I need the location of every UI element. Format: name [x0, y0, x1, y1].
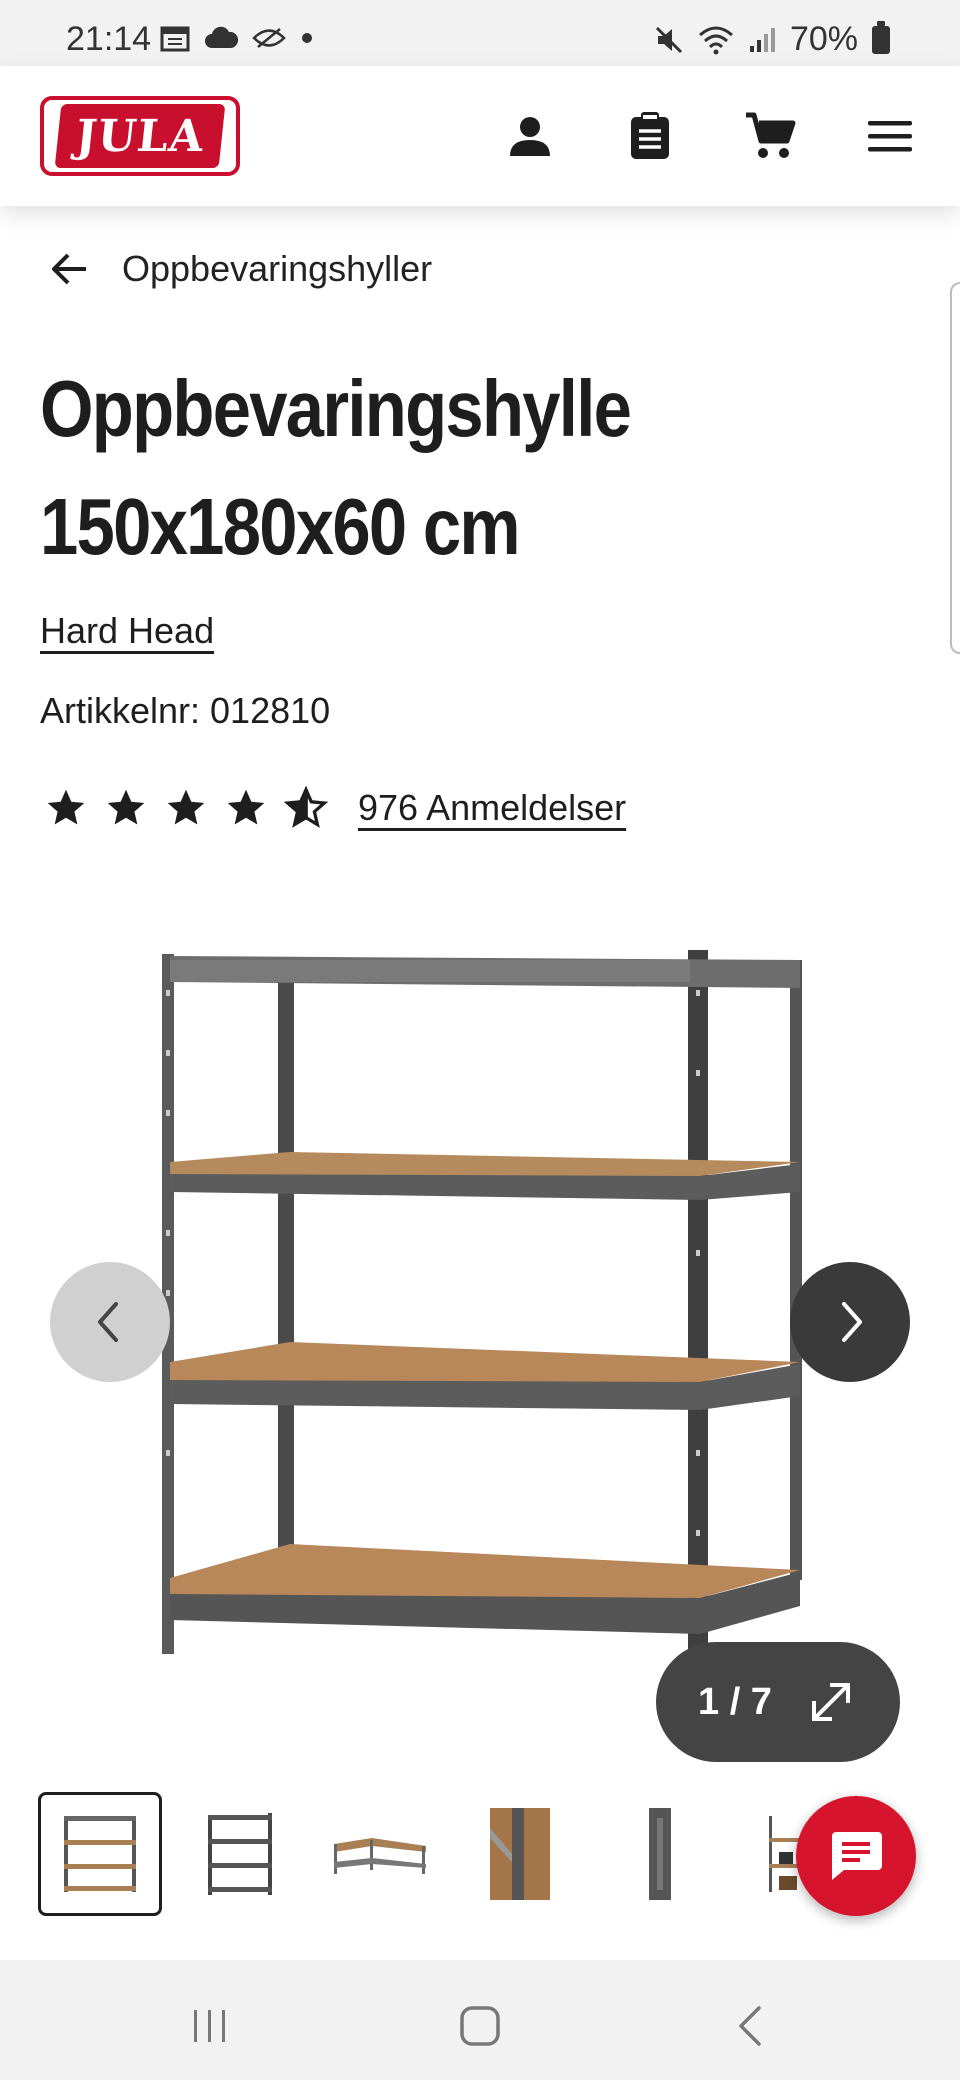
arrow-left-icon[interactable]: [48, 251, 90, 287]
status-bar: 21:14 70%: [0, 0, 960, 66]
back-button[interactable]: [720, 1996, 780, 2056]
recent-apps-button[interactable]: [180, 1996, 240, 2056]
expand-icon[interactable]: [806, 1677, 856, 1727]
star-icon: [47, 789, 85, 825]
calendar-icon: [160, 26, 190, 52]
chat-icon: [832, 1832, 882, 1880]
star-half-icon: [284, 786, 328, 828]
thumbnail-2[interactable]: [178, 1792, 302, 1916]
star-rating: [44, 786, 328, 830]
status-icons-right: 70%: [654, 20, 890, 59]
thumbnail-3[interactable]: [318, 1792, 442, 1916]
home-button[interactable]: [450, 1996, 510, 2056]
product-title-line1: Oppbevaringshylle: [40, 364, 632, 453]
article-number: Artikkelnr: 012810: [40, 690, 331, 731]
gallery-next-button[interactable]: [790, 1262, 910, 1382]
gallery-prev-button[interactable]: [50, 1262, 170, 1382]
gallery-counter-text: 1 / 7: [698, 1680, 772, 1723]
system-nav-bar: [0, 1960, 960, 2080]
menu-icon[interactable]: [860, 106, 920, 166]
thumb-shelf-corner: [334, 1838, 426, 1874]
back-icon: [739, 2006, 761, 2046]
product-gallery: 1 / 7: [0, 870, 960, 1770]
jula-logo[interactable]: JULA: [40, 96, 240, 176]
signal-icon: [749, 27, 775, 52]
chevron-right-icon: [842, 1302, 862, 1342]
product-title-line2: 150x180x60 cm: [40, 482, 521, 571]
chat-button[interactable]: [796, 1796, 916, 1916]
product-image[interactable]: [140, 930, 820, 1690]
star-icon: [227, 789, 265, 825]
cloud-icon: [205, 26, 238, 48]
breadcrumb[interactable]: Oppbevaringshyller: [48, 248, 432, 290]
eye-icon: [252, 28, 286, 48]
rating[interactable]: 976 Anmeldelser: [44, 786, 626, 830]
logo-text: JULA: [54, 104, 226, 168]
scrollbar[interactable]: [950, 282, 960, 654]
wifi-icon: [698, 26, 733, 54]
brand-link[interactable]: Hard Head: [40, 610, 214, 652]
cart-icon[interactable]: [740, 106, 800, 166]
thumbnail-4[interactable]: [458, 1792, 582, 1916]
dot-icon: [302, 33, 312, 43]
account-icon[interactable]: [500, 106, 560, 166]
star-icon: [107, 789, 145, 825]
thumb-shelf-front: [64, 1816, 136, 1892]
battery-percent: 70%: [789, 20, 858, 58]
status-time: 21:14: [66, 20, 152, 58]
star-icon: [167, 789, 205, 825]
thumb-shelf-detail-board: [490, 1808, 550, 1900]
chevron-left-icon: [98, 1302, 118, 1342]
site-header: JULA: [0, 66, 960, 206]
battery-icon: [872, 20, 890, 54]
breadcrumb-label[interactable]: Oppbevaringshyller: [122, 248, 432, 290]
thumb-shelf-angle: [208, 1813, 272, 1895]
home-icon: [460, 2006, 500, 2046]
thumbnail-5[interactable]: [598, 1792, 722, 1916]
product-title: Oppbevaringshylle 150x180x60 cm: [40, 350, 797, 586]
status-icons-left: [160, 24, 314, 52]
reviews-link[interactable]: 976 Anmeldelser: [358, 787, 626, 829]
recent-apps-icon: [194, 2010, 225, 2042]
shopping-list-icon[interactable]: [620, 106, 680, 166]
mute-icon: [655, 26, 682, 53]
gallery-counter[interactable]: 1 / 7: [656, 1642, 900, 1762]
thumbnail-1[interactable]: [38, 1792, 162, 1916]
thumb-shelf-upright: [649, 1808, 671, 1900]
